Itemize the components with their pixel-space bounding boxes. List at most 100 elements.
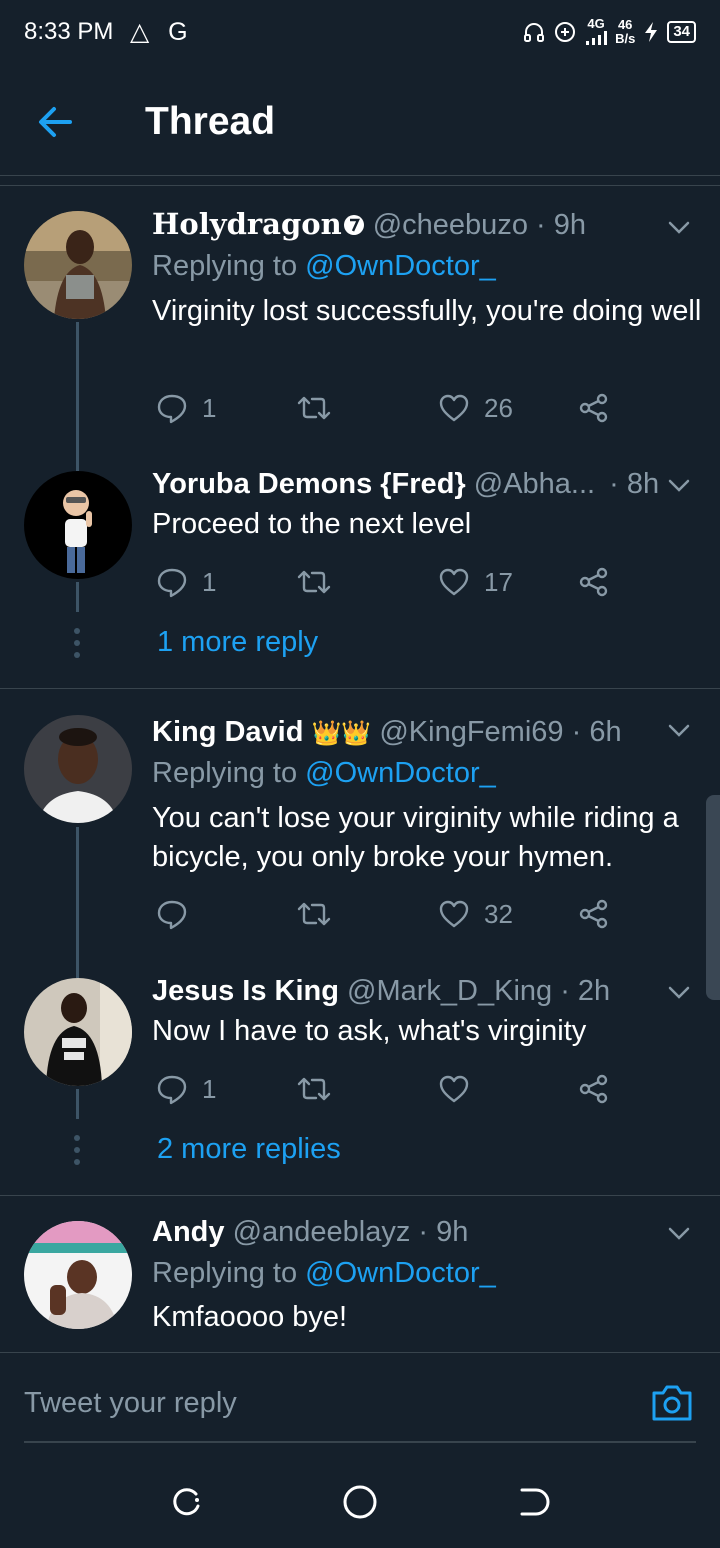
speech-bubble-icon xyxy=(157,394,187,424)
back-button[interactable] xyxy=(30,96,82,148)
thread-line xyxy=(76,322,79,456)
signal-icon xyxy=(586,30,608,45)
reply-button[interactable]: 1 xyxy=(156,388,216,428)
retweet-button[interactable] xyxy=(296,1069,346,1109)
display-name[interactable]: Jesus Is King xyxy=(152,975,339,1007)
share-button[interactable] xyxy=(578,894,610,934)
tweet-king-david[interactable]: King David 👑👑 @KingFemi69 · 6h Replying … xyxy=(0,689,720,963)
handle[interactable]: @Abha... xyxy=(474,468,595,500)
tweet-actions: 1 xyxy=(152,1069,622,1109)
retweet-button[interactable] xyxy=(296,894,346,934)
thread-line xyxy=(76,582,79,612)
thread-dots xyxy=(74,628,81,664)
system-nav-bar xyxy=(0,1452,720,1548)
chevron-down-icon[interactable] xyxy=(666,1220,692,1246)
thread-dots xyxy=(74,1135,81,1171)
reply-bar xyxy=(0,1352,720,1452)
handle[interactable]: @andeeblayz xyxy=(233,1216,411,1248)
share-button[interactable] xyxy=(578,1069,610,1109)
chevron-down-icon[interactable] xyxy=(666,214,692,240)
avatar[interactable] xyxy=(24,211,132,319)
nav-recents-button[interactable] xyxy=(166,1482,206,1522)
scrollbar-thumb[interactable] xyxy=(706,795,720,1000)
net-speed-unit: B/s xyxy=(615,31,636,46)
share-icon xyxy=(579,899,608,929)
heart-icon xyxy=(439,900,469,928)
headphones-icon xyxy=(524,23,545,42)
tweet-text: Virginity lost successfully, you're doin… xyxy=(152,295,702,327)
reply-count: 1 xyxy=(202,1073,217,1104)
thread-line xyxy=(76,1089,79,1119)
handle[interactable]: @cheebuzo xyxy=(373,209,528,241)
more-replies-link[interactable]: 2 more replies xyxy=(157,1133,341,1166)
like-button[interactable]: 17 xyxy=(438,562,513,602)
crown-emoji: 👑👑 xyxy=(311,720,372,747)
display-name[interactable]: Yoruba Demons {Fred} xyxy=(152,468,466,500)
mention-link[interactable]: @OwnDoctor_ xyxy=(305,757,496,789)
handle[interactable]: @Mark_D_King xyxy=(347,975,552,1007)
tweet-holydragon[interactable]: Holydragon @cheebuzo · 9h Replying to @O… xyxy=(0,186,720,456)
like-button[interactable] xyxy=(438,1069,484,1109)
reply-button[interactable]: 1 xyxy=(156,1069,216,1109)
like-button[interactable]: 32 xyxy=(438,894,513,934)
tweet-header: Holydragon @cheebuzo · 9h xyxy=(152,206,586,243)
share-button[interactable] xyxy=(578,388,610,428)
speech-bubble-icon xyxy=(157,568,187,598)
chevron-down-icon[interactable] xyxy=(666,717,692,743)
share-icon xyxy=(579,567,608,597)
reply-button[interactable] xyxy=(156,894,202,934)
reply-count: 1 xyxy=(202,566,217,597)
reply-button[interactable]: 1 xyxy=(156,562,216,602)
avatar[interactable] xyxy=(24,978,132,1086)
tweet-jesus-is-king[interactable]: Jesus Is King @Mark_D_King · 2h Now I ha… xyxy=(0,963,720,1195)
like-button[interactable]: 26 xyxy=(438,388,513,428)
retweet-button[interactable] xyxy=(296,562,346,602)
arrow-left-icon xyxy=(39,107,72,137)
avatar[interactable] xyxy=(24,471,132,579)
avatar[interactable] xyxy=(24,715,132,823)
replying-label: Replying to xyxy=(152,1257,306,1289)
display-name[interactable]: Holydragon xyxy=(152,207,342,241)
mention-link[interactable]: @OwnDoctor_ xyxy=(305,1257,496,1289)
nav-back-button[interactable] xyxy=(514,1482,554,1522)
tweet-actions: 1 26 xyxy=(152,388,622,428)
share-icon xyxy=(579,1074,608,1104)
replying-to: Replying to @OwnDoctor_ xyxy=(152,248,496,284)
share-button[interactable] xyxy=(578,562,610,602)
more-replies-link[interactable]: 1 more reply xyxy=(157,626,318,659)
tweet-text: Now I have to ask, what's virginity xyxy=(152,1015,587,1047)
display-name[interactable]: Andy xyxy=(152,1216,225,1248)
like-count: 26 xyxy=(484,392,513,423)
replying-label: Replying to xyxy=(152,250,306,282)
timestamp: · 9h xyxy=(536,209,586,241)
display-name[interactable]: King David xyxy=(152,716,303,748)
data-saver-icon xyxy=(555,22,576,42)
tweet-yoruba-demons[interactable]: Yoruba Demons {Fred} @Abha... · 8h Proce… xyxy=(0,456,720,688)
avatar[interactable] xyxy=(24,1221,132,1329)
status-notification-icons: △ G xyxy=(130,18,194,46)
thread-line xyxy=(76,963,79,978)
speech-bubble-icon xyxy=(157,900,187,930)
handle[interactable]: @KingFemi69 xyxy=(379,716,563,748)
tweet-text: Proceed to the next level xyxy=(152,508,472,540)
retweet-button[interactable] xyxy=(296,388,346,428)
thread-line xyxy=(76,827,79,963)
camera-button[interactable] xyxy=(650,1383,694,1423)
nav-home-button[interactable] xyxy=(340,1482,380,1522)
page-title: Thread xyxy=(145,100,276,143)
status-bar: 8:33 PM △ G 4G 46 B/s 34 xyxy=(0,0,720,66)
status-right-icons: 4G 46 B/s 34 xyxy=(523,14,696,50)
recents-icon xyxy=(173,1488,200,1516)
chevron-down-icon[interactable] xyxy=(666,472,692,498)
chevron-down-icon[interactable] xyxy=(666,979,692,1005)
replying-to: Replying to @OwnDoctor_ xyxy=(152,1255,496,1291)
back-gesture-icon xyxy=(520,1488,550,1516)
status-time: 8:33 PM xyxy=(24,18,114,45)
tweet-text: You can't lose your virginity while ridi… xyxy=(152,802,679,873)
camera-icon xyxy=(652,1385,692,1421)
tweet-reply-input[interactable] xyxy=(24,1383,624,1423)
thread-line xyxy=(76,456,79,471)
like-count: 32 xyxy=(484,898,513,929)
tweet-andy[interactable]: Andy @andeeblayz · 9h Replying to @OwnDo… xyxy=(0,1196,720,1352)
mention-link[interactable]: @OwnDoctor_ xyxy=(305,250,496,282)
